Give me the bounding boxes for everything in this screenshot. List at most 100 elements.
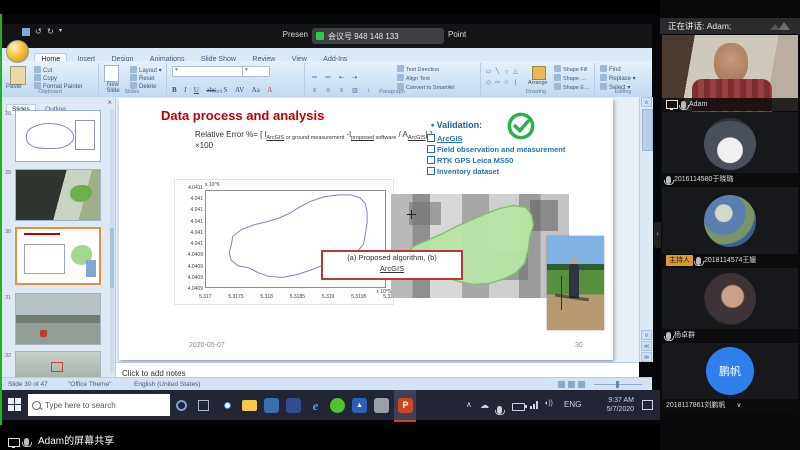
view-normal-button[interactable] — [558, 381, 565, 388]
copy-button[interactable]: Copy — [34, 74, 57, 82]
conference-sidebar: 正在讲话: Adam; Adam 2016114580于晓璐 — [660, 0, 800, 450]
slide-scrollbar[interactable]: ∧ ∨ ≪ ≫ — [639, 97, 653, 362]
cortana-icon[interactable] — [176, 400, 187, 411]
powerpoint-icon: P — [398, 398, 413, 413]
thumb-number: 31 — [5, 295, 11, 301]
panel-scrollbar[interactable] — [110, 109, 114, 373]
validation-item: ArcGIS — [427, 134, 462, 143]
save-icon[interactable] — [22, 28, 30, 36]
shape-fill-button[interactable]: Shape Fill — [554, 65, 590, 73]
chart-y-ticks: 4.04114.0414.0414.0414.0414.0414.04094.0… — [175, 186, 203, 292]
app-icon-gray[interactable] — [374, 398, 389, 413]
slide-thumbnail[interactable] — [15, 293, 101, 345]
new-slide-icon[interactable] — [104, 65, 119, 82]
checkbox-icon[interactable] — [427, 134, 435, 142]
replace-button[interactable]: Replace ▾ — [600, 74, 636, 82]
undo-icon[interactable]: ↺ — [35, 27, 42, 36]
surveyor-person — [569, 264, 579, 298]
text-direction-icon — [397, 65, 404, 72]
view-sorter-button[interactable] — [568, 381, 575, 388]
app-icon-blue[interactable] — [264, 398, 279, 413]
zoom-slider-knob[interactable] — [616, 381, 619, 388]
scrollbar-thumb[interactable] — [642, 109, 653, 151]
field-survey-photo — [547, 236, 604, 330]
panel-close-icon[interactable]: × — [107, 98, 112, 107]
onedrive-cloud-icon[interactable]: ☁ — [480, 400, 489, 411]
taskbar-search[interactable]: Type here to search — [28, 394, 170, 416]
find-button[interactable]: Find — [600, 65, 621, 73]
avatar-initials: 鹏帆 — [706, 347, 754, 395]
slides-panel: Slides Outline × 28 29 30 31 32 — [2, 97, 116, 377]
shape-outline-icon — [554, 74, 561, 81]
scroll-down-icon[interactable]: ∨ — [641, 330, 652, 340]
reset-button[interactable]: Reset — [130, 74, 155, 82]
font-size-select[interactable]: ▾ — [242, 66, 270, 77]
arrange-icon[interactable] — [532, 66, 546, 80]
mic-icon — [24, 433, 29, 450]
tray-mic-icon[interactable] — [497, 401, 502, 419]
powerpoint-taskbar-button[interactable]: P — [394, 390, 416, 422]
formula-line1: Relative Error %= [ lArcGIS or ground me… — [195, 130, 432, 139]
participant-label: 2018117861刘鹏帆 ∨ — [662, 399, 798, 412]
slide-canvas[interactable]: Data process and analysis Relative Error… — [119, 98, 613, 360]
photos-icon[interactable]: ▲ — [352, 398, 367, 413]
checkbox-icon[interactable] — [427, 156, 435, 164]
start-button[interactable] — [8, 398, 22, 412]
layout-button[interactable]: Layout ▾ — [130, 66, 162, 74]
internet-explorer-icon[interactable]: e — [308, 398, 323, 413]
file-explorer-icon[interactable] — [242, 400, 257, 411]
shared-screen-region: ↺ ↻ ▾ Presen 会议号 948 148 133 Point Home … — [0, 14, 660, 425]
shapes-gallery[interactable]: ▭╲○△ ◇⇨☆{ — [484, 65, 528, 87]
checkbox-icon[interactable] — [427, 167, 435, 175]
wechat-icon[interactable] — [330, 398, 345, 413]
view-slideshow-button[interactable] — [578, 381, 585, 388]
video-tile[interactable]: 主持人 2018114574王媛 — [662, 187, 798, 267]
scroll-up-icon[interactable]: ∧ — [641, 97, 652, 107]
figure-caption-box: (a) Proposed algorithm, (b) ArcGIS — [321, 250, 463, 280]
app-icon-teams[interactable] — [286, 398, 301, 413]
validation-item: Inventory dataset — [427, 167, 499, 176]
slide-thumbnail[interactable] — [15, 110, 101, 162]
paste-icon[interactable] — [10, 66, 26, 85]
slide-thumbnail-selected[interactable] — [15, 227, 101, 285]
next-slide-icon[interactable]: ≫ — [641, 352, 652, 362]
panel-scrollbar-thumb[interactable] — [110, 228, 114, 288]
participant-name: 2016114580于晓璐 — [674, 173, 733, 186]
video-tile[interactable]: 鹏帆 2018117861刘鹏帆 ∨ — [662, 343, 798, 412]
shape-tri-icon: △ — [511, 68, 520, 76]
action-center-icon[interactable] — [642, 400, 653, 410]
collapse-chevron-icon[interactable]: ∨ — [736, 399, 741, 412]
previous-slide-icon[interactable]: ≪ — [641, 341, 652, 351]
language-indicator[interactable]: ENG — [564, 400, 581, 409]
screenshot-root: ↺ ↻ ▾ Presen 会议号 948 148 133 Point Home … — [0, 0, 800, 450]
shape-outline-button[interactable]: Shape Outline — [554, 74, 590, 82]
clock[interactable]: 9:37 AM 5/7/2020 — [588, 396, 634, 414]
align-text-button[interactable]: Align Text — [397, 74, 477, 82]
network-icon[interactable] — [530, 401, 539, 409]
slide-thumbnail[interactable] — [15, 351, 101, 377]
cut-button[interactable]: Cut — [34, 66, 52, 74]
qat-dropdown-icon[interactable]: ▾ — [59, 27, 62, 34]
task-view-icon[interactable] — [198, 400, 209, 411]
video-tile[interactable]: 杨卓群 — [662, 268, 798, 342]
font-name-select[interactable]: ▾ — [172, 66, 244, 77]
map-svg — [391, 194, 569, 298]
notes-pane[interactable]: Click to add notes — [116, 362, 639, 378]
checkbox-icon[interactable] — [427, 145, 435, 153]
office-button[interactable] — [6, 40, 29, 63]
video-tile-adam[interactable]: Adam — [662, 35, 798, 111]
text-direction-button[interactable]: Text Direction — [397, 65, 477, 73]
volume-icon[interactable]: ◖)) — [544, 400, 553, 407]
window-title-prefix: Presen — [240, 30, 308, 39]
screen-share-icon — [8, 434, 20, 450]
video-tile[interactable]: 2016114580于晓璐 — [662, 112, 798, 186]
sidebar-collapse-handle[interactable]: › — [654, 222, 661, 248]
arrange-button[interactable]: Arrange — [528, 80, 548, 86]
redo-icon[interactable]: ↻ — [47, 27, 54, 36]
tray-chevron-icon[interactable]: ∧ — [466, 400, 472, 409]
battery-icon[interactable] — [512, 403, 525, 411]
slide-thumbnail[interactable] — [15, 169, 101, 221]
meeting-floating-bar[interactable]: 会议号 948 148 133 — [312, 28, 444, 44]
font-color-button[interactable]: A — [267, 86, 272, 94]
format-painter-icon — [34, 82, 41, 89]
